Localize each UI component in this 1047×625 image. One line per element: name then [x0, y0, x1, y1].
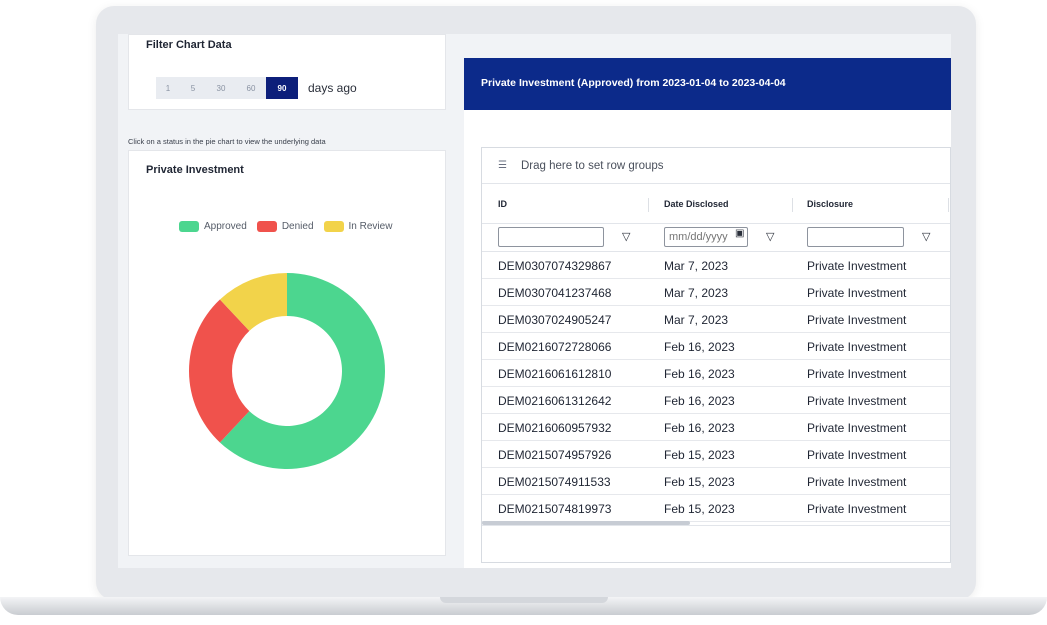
cell-date-disclosed: Feb 15, 2023: [664, 502, 735, 516]
column-resize-handle[interactable]: [792, 198, 793, 212]
disclosure-filter-input[interactable]: [807, 227, 904, 247]
legend-swatch-approved: [179, 221, 199, 232]
legend-label-in-review: In Review: [348, 221, 393, 232]
cell-disclosure: Private Investment: [807, 340, 907, 354]
day-button-1[interactable]: 1: [156, 77, 180, 99]
column-header-disclosure[interactable]: Disclosure: [807, 199, 853, 209]
cell-disclosure: Private Investment: [807, 448, 907, 462]
cell-id: DEM0307041237468: [498, 286, 612, 300]
cell-id: DEM0307074329867: [498, 259, 612, 273]
cell-id: DEM0307024905247: [498, 313, 612, 327]
row-groups-icon: ☰: [498, 160, 507, 171]
day-button-5[interactable]: 5: [180, 77, 206, 99]
cell-date-disclosed: Mar 7, 2023: [664, 259, 729, 273]
filter-title: Filter Chart Data: [146, 39, 232, 51]
cell-date-disclosed: Feb 16, 2023: [664, 367, 735, 381]
data-grid: ☰ Drag here to set row groups ID Date Di…: [481, 147, 951, 563]
cell-id: DEM0216060957932: [498, 421, 612, 435]
cell-id: DEM0216061312642: [498, 394, 612, 408]
table-row[interactable]: DEM0215074911533 Feb 15, 2023 Private Inve…: [482, 468, 950, 495]
day-button-60[interactable]: 60: [236, 77, 266, 99]
pie-chart-title: Private Investment: [146, 164, 244, 176]
column-resize-handle[interactable]: [648, 198, 649, 212]
cell-date-disclosed: Feb 15, 2023: [664, 448, 735, 462]
column-resize-handle[interactable]: [948, 198, 949, 212]
cell-date-disclosed: Feb 15, 2023: [664, 475, 735, 489]
legend-item-in-review[interactable]: In Review: [323, 221, 393, 232]
cell-id: DEM0216061612810: [498, 367, 612, 381]
cell-date-disclosed: Feb 16, 2023: [664, 421, 735, 435]
legend-label-denied: Denied: [281, 221, 314, 232]
cell-disclosure: Private Investment: [807, 367, 907, 381]
days-ago-label: days ago: [308, 81, 357, 95]
day-range-buttons: 1 5 30 60 90: [156, 77, 298, 99]
cell-id: DEM0215074957926: [498, 448, 612, 462]
table-row[interactable]: DEM0216072728066 Feb 16, 2023 Private Inve…: [482, 333, 950, 360]
filter-icon[interactable]: ▽: [766, 230, 774, 243]
cell-date-disclosed: Mar 7, 2023: [664, 313, 729, 327]
cell-disclosure: Private Investment: [807, 286, 907, 300]
cell-disclosure: Private Investment: [807, 421, 907, 435]
table-row[interactable]: DEM0215074957926 Feb 15, 2023 Private Inve…: [482, 441, 950, 468]
filter-icon[interactable]: ▽: [922, 230, 930, 243]
table-row[interactable]: DEM0216061612810 Feb 16, 2023 Private Inve…: [482, 360, 950, 387]
row-group-hint: Drag here to set row groups: [520, 159, 664, 172]
filter-icon[interactable]: ▽: [622, 230, 630, 243]
filter-card: Filter Chart Data 1 5 30 60 90 days ago: [128, 34, 446, 110]
legend-item-denied[interactable]: Denied: [256, 221, 314, 232]
row-group-drop-zone[interactable]: ☰ Drag here to set row groups: [482, 148, 950, 184]
table-row[interactable]: DEM0216060957932 Feb 16, 2023 Private Inve…: [482, 414, 950, 441]
cell-date-disclosed: Mar 7, 2023: [664, 286, 729, 300]
grid-filter-row: ▽ ▣ ▽ ▽: [482, 224, 950, 252]
legend-swatch-denied: [256, 221, 277, 232]
table-row[interactable]: DEM0215074819973 Feb 15, 2023 Private Inve…: [482, 495, 950, 522]
cell-disclosure: Private Investment: [807, 502, 907, 516]
cell-disclosure: Private Investment: [807, 313, 907, 327]
cell-id: DEM0215074911533: [498, 475, 611, 489]
chart-legend: Approved Denied In Review: [179, 221, 402, 232]
cell-id: DEM0216072728066: [498, 340, 612, 354]
app-screen: Filter Chart Data 1 5 30 60 90 days ago …: [118, 34, 951, 568]
calendar-icon[interactable]: ▣: [735, 228, 744, 239]
pie-chart-card: Private Investment Approved Denied In Re…: [128, 150, 446, 556]
data-panel: Private Investment (Approved) from 2023-…: [464, 58, 951, 568]
legend-swatch-in-review: [323, 221, 344, 232]
table-row[interactable]: DEM0307074329867 Mar 7, 2023 Private Inves…: [482, 252, 950, 279]
day-button-30[interactable]: 30: [206, 77, 236, 99]
donut-chart: [189, 273, 386, 469]
cell-id: DEM0215074819973: [498, 502, 612, 516]
table-row[interactable]: DEM0307041237468 Mar 7, 2023 Private Inves…: [482, 279, 950, 306]
pie-chart-hint: Click on a status in the pie chart to vi…: [128, 137, 326, 146]
day-button-90[interactable]: 90: [266, 77, 298, 99]
grid-header-row: ID Date Disclosed Disclosure: [482, 184, 950, 224]
cell-date-disclosed: Feb 16, 2023: [664, 394, 735, 408]
table-row[interactable]: DEM0216061312642 Feb 16, 2023 Private Inve…: [482, 387, 950, 414]
id-filter-input[interactable]: [498, 227, 604, 247]
column-header-id[interactable]: ID: [498, 199, 507, 209]
table-row[interactable]: DEM0307024905247 Mar 7, 2023 Private Inves…: [482, 306, 950, 333]
legend-item-approved[interactable]: Approved: [179, 221, 247, 232]
cell-disclosure: Private Investment: [807, 394, 907, 408]
cell-date-disclosed: Feb 16, 2023: [664, 340, 735, 354]
column-header-date-disclosed[interactable]: Date Disclosed: [664, 199, 729, 209]
cell-disclosure: Private Investment: [807, 475, 907, 489]
panel-header: Private Investment (Approved) from 2023-…: [464, 58, 951, 110]
laptop-notch: [440, 597, 608, 603]
cell-disclosure: Private Investment: [807, 259, 907, 273]
grid-footer-divider: [482, 525, 950, 526]
panel-title: Private Investment (Approved) from 2023-…: [481, 77, 786, 89]
legend-label-approved: Approved: [204, 221, 247, 232]
